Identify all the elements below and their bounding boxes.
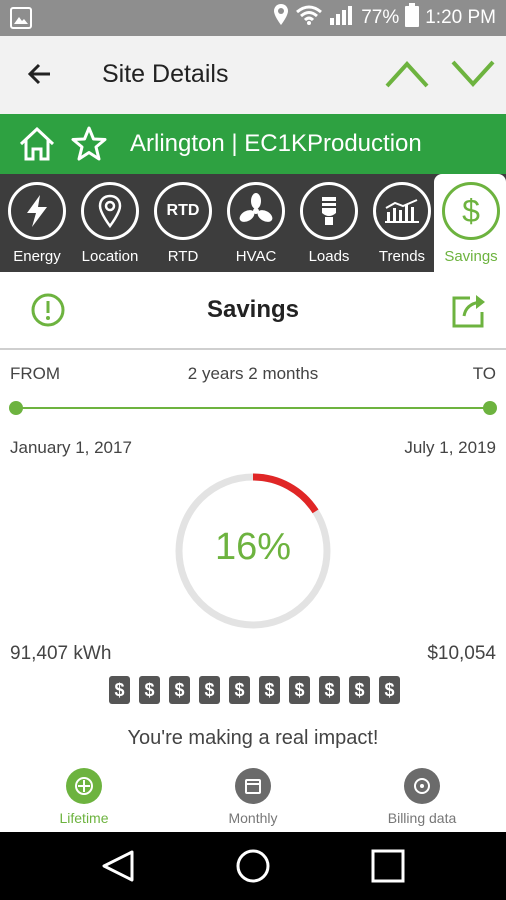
status-bar: 77% 1:20 PM xyxy=(0,0,506,36)
chevron-up-icon[interactable] xyxy=(384,58,430,95)
range-start-handle[interactable] xyxy=(9,401,23,415)
dollar-meter: $ $ $ $ $ $ $ $ $ $ xyxy=(109,676,400,704)
location-pin-icon xyxy=(81,182,139,240)
trends-icon xyxy=(373,182,431,240)
site-bar: Arlington | EC1KProduction xyxy=(0,114,506,174)
money-saved: $10,054 xyxy=(427,643,496,664)
to-label: TO xyxy=(472,364,496,383)
alert-icon[interactable] xyxy=(30,292,66,333)
section-header: Savings xyxy=(0,272,506,350)
tab-monthly[interactable]: Monthly xyxy=(193,768,313,826)
end-date: July 1, 2019 xyxy=(404,438,496,457)
signal-icon xyxy=(329,4,355,32)
nav-label: HVAC xyxy=(235,248,277,265)
dollar-sign-icon: $ xyxy=(289,676,310,704)
dollar-sign-icon: $ xyxy=(349,676,370,704)
back-arrow-icon[interactable] xyxy=(26,60,54,93)
start-date: January 1, 2017 xyxy=(10,438,132,457)
bolt-icon xyxy=(8,182,66,240)
dollar-icon: $ xyxy=(442,182,500,240)
tab-label: Billing data xyxy=(387,810,457,826)
calendar-icon xyxy=(235,768,271,804)
app-bar: Site Details xyxy=(0,36,506,114)
bulb-icon xyxy=(300,182,358,240)
battery-percent: 77% xyxy=(361,7,400,28)
nav-label: Location xyxy=(81,248,139,265)
dollar-sign-icon: $ xyxy=(229,676,250,704)
tab-billing-data[interactable]: Billing data xyxy=(362,768,482,826)
tab-label: Lifetime xyxy=(59,810,109,826)
share-icon[interactable] xyxy=(450,292,488,335)
lifetime-icon xyxy=(66,768,102,804)
nav-label: Savings xyxy=(444,248,498,265)
dollar-sign-icon: $ xyxy=(199,676,220,704)
dollar-sign-icon: $ xyxy=(259,676,280,704)
duration-label: 2 years 2 months xyxy=(187,364,319,383)
dollar-icon-text: $ xyxy=(462,192,480,229)
dollar-sign-icon: $ xyxy=(109,676,130,704)
tab-label: Monthly xyxy=(228,810,278,826)
range-end-handle[interactable] xyxy=(483,401,497,415)
feature-nav: Energy Location RTD RTD HVAC Loads Trend… xyxy=(0,174,506,272)
rtd-icon-text: RTD xyxy=(166,202,200,219)
section-title: Savings xyxy=(206,296,300,323)
range-track xyxy=(16,407,490,409)
dollar-sign-icon: $ xyxy=(379,676,400,704)
nav-item-rtd[interactable]: RTD RTD xyxy=(146,174,218,272)
chevron-down-icon[interactable] xyxy=(450,58,496,95)
dollar-sign-icon: $ xyxy=(139,676,160,704)
dollar-sign-icon: $ xyxy=(319,676,340,704)
bottom-tabs: Lifetime Monthly Billing data xyxy=(0,760,506,832)
nav-home-icon[interactable] xyxy=(235,848,271,889)
rtd-icon: RTD xyxy=(154,182,212,240)
star-icon[interactable] xyxy=(70,125,108,168)
clock: 1:20 PM xyxy=(425,7,496,28)
home-icon[interactable] xyxy=(18,126,56,167)
nav-label: RTD xyxy=(167,248,199,265)
nav-item-trends[interactable]: Trends xyxy=(365,174,437,272)
impact-message: You're making a real impact! xyxy=(127,727,379,749)
tab-lifetime[interactable]: Lifetime xyxy=(24,768,144,826)
nav-recents-icon[interactable] xyxy=(370,848,406,889)
site-name: Arlington | EC1KProduction xyxy=(130,130,422,157)
nav-item-energy[interactable]: Energy xyxy=(0,174,72,272)
wifi-icon xyxy=(295,4,323,32)
nav-label: Energy xyxy=(13,248,61,265)
energy-saved: 91,407 kWh xyxy=(10,643,112,664)
page-title: Site Details xyxy=(102,60,229,88)
system-nav-bar xyxy=(0,832,506,900)
savings-gauge: 16% xyxy=(172,470,334,637)
nav-item-savings[interactable]: $ Savings xyxy=(434,174,506,272)
nav-item-loads[interactable]: Loads xyxy=(292,174,364,272)
nav-item-hvac[interactable]: HVAC xyxy=(219,174,291,272)
fan-icon xyxy=(227,182,285,240)
location-icon xyxy=(273,3,289,33)
dollar-sign-icon: $ xyxy=(169,676,190,704)
battery-icon xyxy=(405,3,420,33)
savings-percent: 16% xyxy=(214,526,292,568)
nav-label: Loads xyxy=(308,248,350,265)
nav-label: Trends xyxy=(378,248,426,265)
image-icon xyxy=(10,7,32,34)
nav-item-location[interactable]: Location xyxy=(73,174,145,272)
nav-back-icon[interactable] xyxy=(100,848,136,889)
billing-icon xyxy=(404,768,440,804)
